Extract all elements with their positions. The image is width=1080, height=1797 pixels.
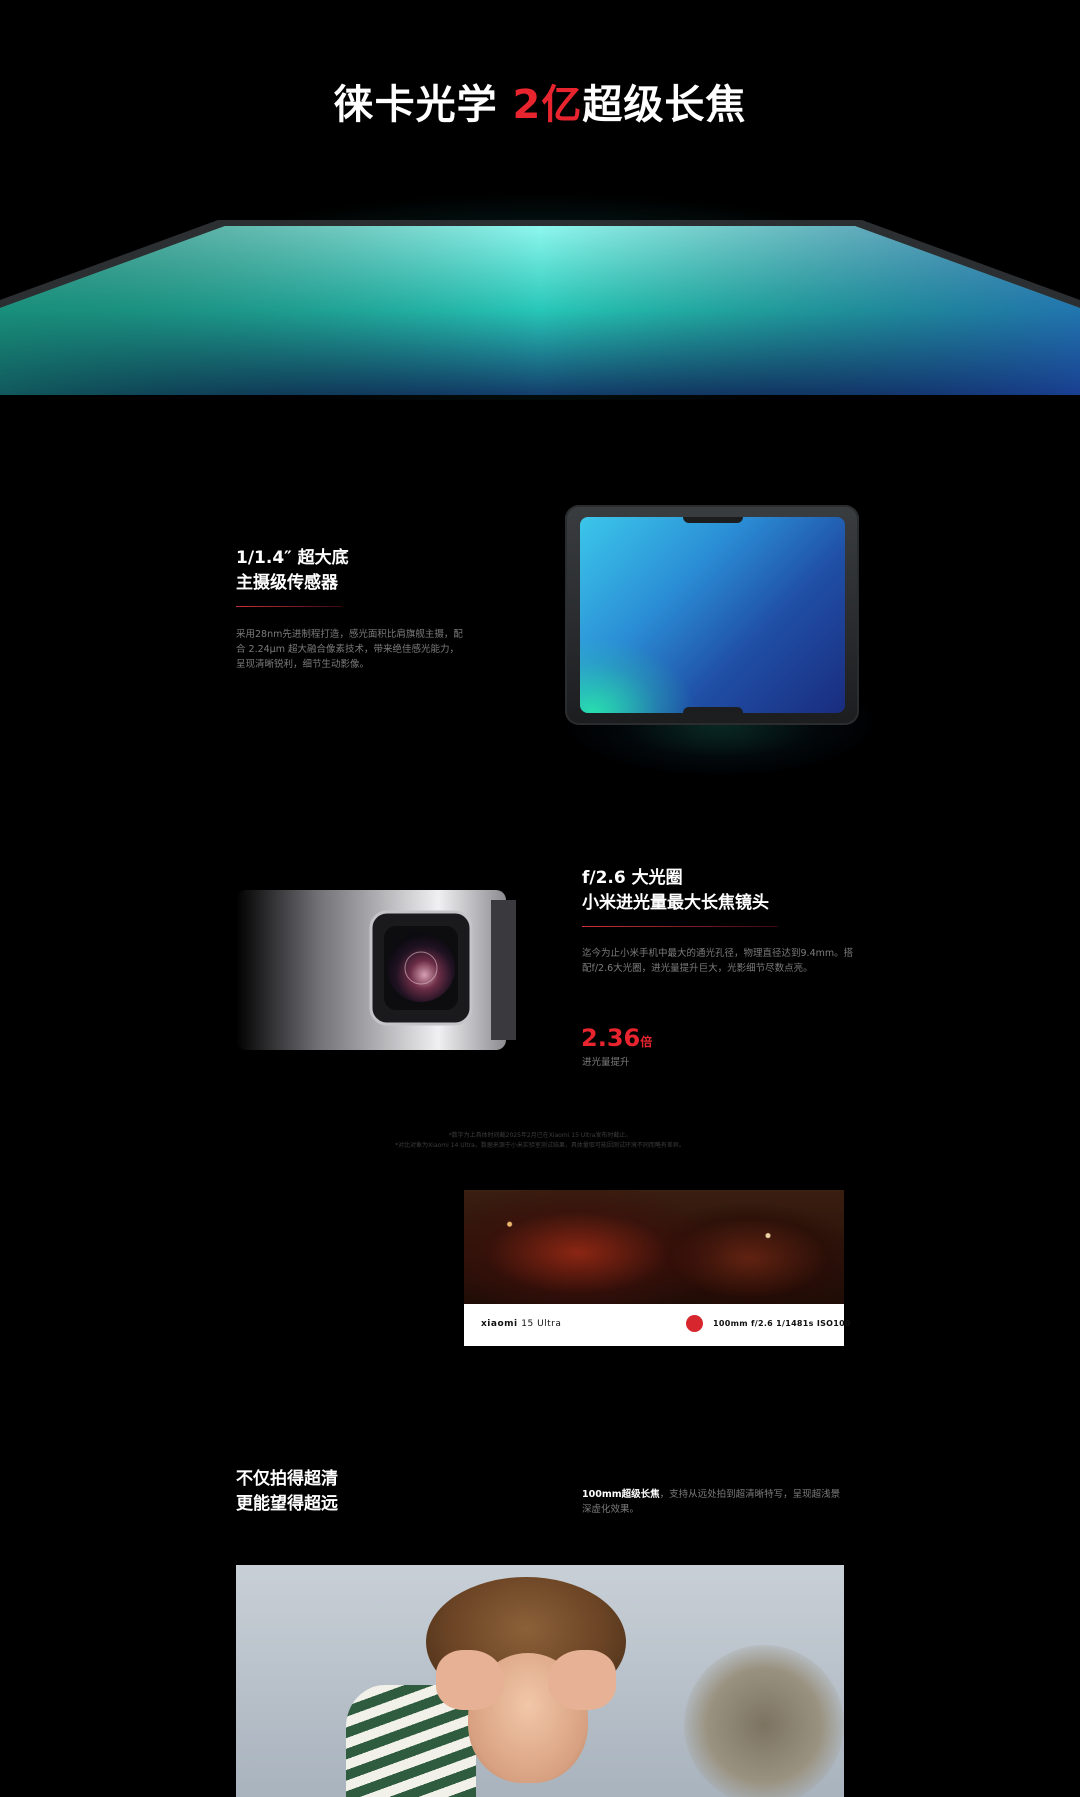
- sensor-notch-bottom: [683, 707, 743, 713]
- leica-logo-icon: [686, 1315, 703, 1332]
- hero-sensor-image: [0, 220, 1080, 395]
- sample-photo-fireworks: [464, 1190, 844, 1304]
- hero-title-accent: 2亿: [512, 82, 583, 128]
- footnotes: *数字为上具体时间截2025年2月已在Xiaomi 15 Ultra发布时截止。…: [395, 1132, 685, 1149]
- zoom-heading: 不仅拍得超清 更能望得超远: [236, 1469, 338, 1514]
- light-intake-stat: 2.36倍: [581, 1024, 653, 1052]
- telephoto-lens-module-image: [236, 890, 516, 1050]
- light-intake-stat-label: 进光量提升: [582, 1057, 630, 1068]
- zoom-description: 100mm超级长焦，支持从远处拍到超清晰特写，呈现超浅景深虚化效果。: [582, 1489, 841, 1515]
- sensor-description: 采用28nm先进制程打造，感光面积比肩旗舰主摄，配合 2.24μm 超大融合像素…: [236, 629, 463, 670]
- aperture-description: 迄今为止小米手机中最大的通光孔径，物理直径达到9.4mm。搭配f/2.6大光圈，…: [582, 948, 854, 974]
- aperture-heading-divider: [582, 926, 778, 927]
- sensor-notch-top: [683, 517, 743, 523]
- photo-watermark-brand: xiaomi 15 Ultra: [481, 1319, 562, 1329]
- sensor-chip-highlight: [580, 517, 845, 713]
- sample-photo-child-portrait: [236, 1565, 844, 1797]
- aperture-heading: f/2.6 大光圈 小米进光量最大长焦镜头: [582, 868, 769, 913]
- sensor-heading: 1/1.4″ 超大底 主摄级传感器: [236, 548, 349, 593]
- hero-title: 徕卡光学 2亿超级长焦: [333, 82, 747, 128]
- sensor-heading-divider: [236, 606, 342, 607]
- photo-exif-params: 100mm f/2.6 1/1481s ISO100: [713, 1319, 851, 1328]
